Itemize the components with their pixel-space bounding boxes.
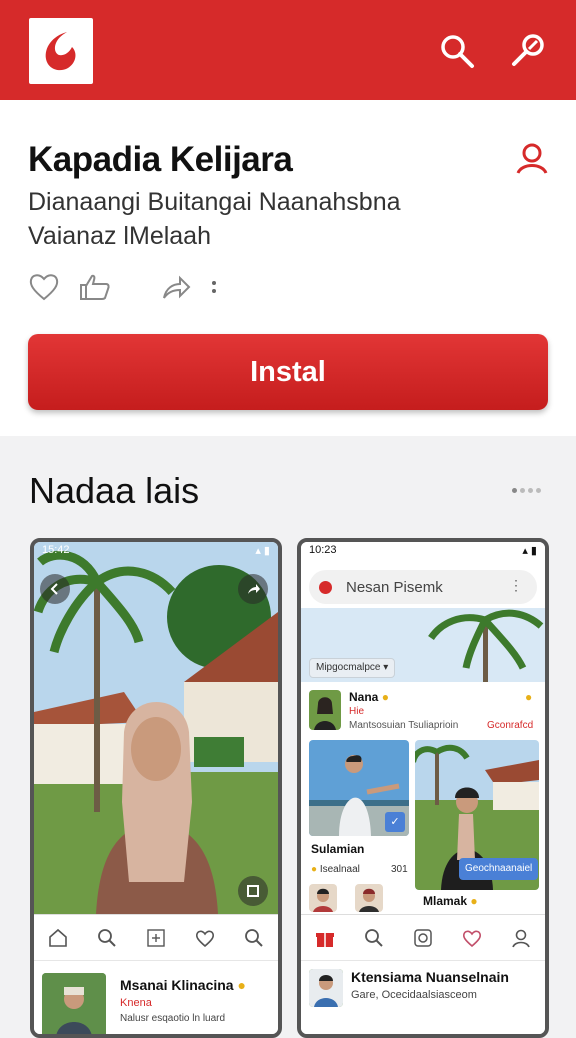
star-icon: ● (237, 977, 246, 993)
location-icon (319, 580, 332, 594)
status-time: 15:42 (42, 544, 70, 556)
camera-icon[interactable] (411, 926, 435, 950)
signal-battery-icon: ▴ ▮ (522, 545, 537, 557)
status-bar: 10:23 ▴ ▮ (301, 542, 545, 560)
app-subtitle-line2: Vaianaz lMelaah (28, 222, 211, 250)
search-bar[interactable]: Nesan Pisemk ⋮ (309, 570, 537, 604)
check-icon[interactable]: ✓ (385, 812, 405, 832)
more-icon[interactable] (210, 277, 218, 302)
feed-tag: Knena (120, 997, 152, 1009)
install-button[interactable]: Instal (28, 334, 548, 410)
more-icon[interactable]: ⋮ (509, 577, 523, 594)
star-icon: ● (381, 690, 389, 704)
follow-button[interactable]: Geochnaanaiel (459, 858, 539, 880)
post-count: 301 (391, 864, 408, 875)
feed-description: Gare, Ocecidaalsiasceom (351, 989, 477, 1001)
avatar-small (355, 884, 383, 912)
user-icon[interactable] (509, 926, 533, 950)
banner-image: Mipgocmalpce ▾ (301, 608, 545, 682)
carousel-dots[interactable] (512, 488, 544, 493)
gift-icon[interactable] (313, 926, 337, 950)
share-icon[interactable] (160, 272, 192, 307)
bottom-nav (34, 914, 278, 960)
search-icon[interactable] (95, 926, 119, 950)
post-tile-1[interactable]: ✓ (309, 740, 409, 836)
back-icon[interactable] (40, 574, 70, 604)
profile-name: Nana ● (349, 690, 389, 704)
status-time: 10:23 (309, 544, 337, 556)
screenshot-2[interactable]: 10:23 ▴ ▮ Nesan Pisemk ⋮ Mipgocmalpce ▾ … (297, 538, 549, 1038)
post-subtitle: ● Isealnaal (311, 864, 360, 875)
search-text: Nesan Pisemk (346, 578, 443, 596)
feed-thumbnail (42, 973, 106, 1034)
profile-tag: Hie (349, 706, 365, 717)
star-icon: ● (311, 864, 318, 875)
feed-thumbnail (309, 969, 343, 1007)
add-icon[interactable] (144, 926, 168, 950)
post-tile-2[interactable]: Geochnaanaiel (415, 740, 539, 890)
heart-icon[interactable] (460, 926, 484, 950)
signal-battery-icon: ▴ ▮ (255, 545, 270, 557)
category-chip[interactable]: Mipgocmalpce ▾ (309, 658, 396, 678)
post-title: Sulamian (311, 842, 365, 856)
profile-link[interactable]: Gconrafcd (487, 720, 533, 731)
star-icon: ● (470, 894, 478, 908)
fullscreen-icon[interactable] (238, 876, 268, 906)
action-row (28, 272, 236, 306)
post-title: Mlamak ● (423, 894, 478, 908)
feed-item[interactable]: Ktensiama Nuanselnain Gare, Ocecidaalsia… (301, 960, 545, 1034)
bottom-nav (301, 914, 545, 960)
screenshot-1[interactable]: 15:42 ▴ ▮ Msanai Klinacina ● Knena Nalus… (30, 538, 282, 1038)
status-bar: 15:42 ▴ ▮ (34, 542, 278, 560)
feed-description: Nalusr esqaotio ln luard (120, 1013, 226, 1024)
home-icon[interactable] (46, 926, 70, 950)
share-icon[interactable] (238, 574, 268, 604)
profile-description: Mantsosuian Tsuliaprioin (349, 720, 459, 731)
feed-name: Msanai Klinacina ● (120, 977, 246, 993)
user-icon[interactable] (514, 140, 550, 176)
heart-icon[interactable] (193, 926, 217, 950)
app-title: Kapadia Kelijara (28, 140, 293, 179)
star-icon: ● (525, 690, 533, 704)
search-icon[interactable] (362, 926, 386, 950)
section-title: Nadaa lais (29, 470, 200, 511)
top-app-bar (0, 0, 576, 100)
feed-item[interactable]: Msanai Klinacina ● Knena Nalusr esqaotio… (34, 960, 278, 1034)
search-icon[interactable] (436, 30, 478, 72)
edit-icon[interactable] (506, 30, 548, 72)
app-subtitle: Dianaangi Buitangai Naanahsbna (28, 188, 401, 216)
app-logo-icon[interactable] (29, 18, 93, 84)
avatar-small (309, 884, 337, 912)
heart-icon[interactable] (28, 272, 60, 307)
thumbs-up-icon[interactable] (78, 272, 112, 307)
profile-row[interactable]: Nana ● Hie Mantsosuian Tsuliaprioin Gcon… (301, 682, 545, 738)
profile-avatar (309, 690, 341, 730)
search-icon[interactable] (242, 926, 266, 950)
app-details-card: Kapadia Kelijara Dianaangi Buitangai Naa… (0, 100, 576, 436)
feed-name: Ktensiama Nuanselnain (351, 969, 509, 985)
